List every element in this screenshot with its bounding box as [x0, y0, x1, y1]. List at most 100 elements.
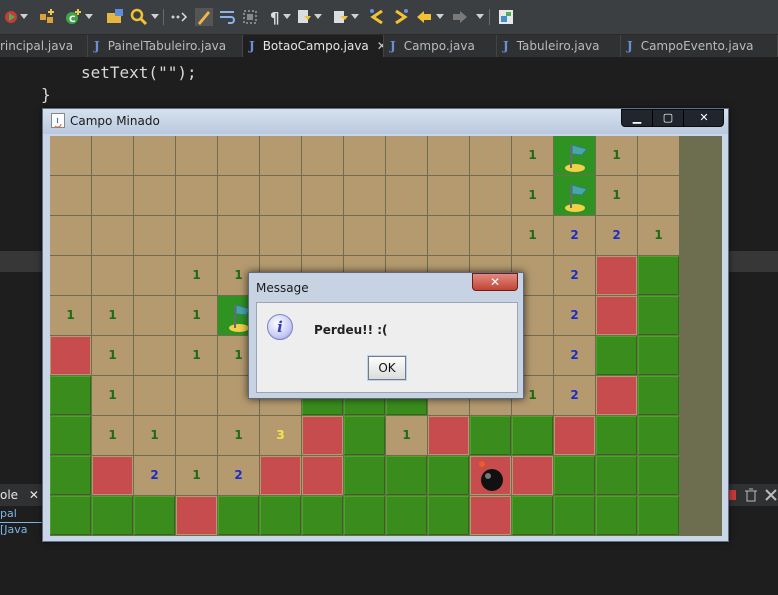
open-cell[interactable]: 1	[596, 176, 637, 215]
open-cell[interactable]	[428, 216, 469, 255]
dialog-close-button[interactable]: ✕	[472, 273, 518, 291]
open-cell[interactable]	[176, 216, 217, 255]
closed-cell[interactable]	[596, 496, 637, 535]
closed-cell[interactable]	[554, 456, 595, 495]
ok-button[interactable]: OK	[367, 355, 407, 381]
open-cell[interactable]: 1	[50, 296, 91, 335]
closed-cell[interactable]	[596, 456, 637, 495]
prev-edit-icon[interactable]	[368, 8, 386, 26]
close-tab-icon[interactable]: ✕	[377, 39, 383, 53]
open-cell[interactable]: 2	[134, 456, 175, 495]
red-cell[interactable]	[470, 496, 511, 535]
open-cell[interactable]	[428, 136, 469, 175]
open-cell[interactable]: 1	[596, 136, 637, 175]
open-cell[interactable]	[176, 176, 217, 215]
open-cell[interactable]	[50, 136, 91, 175]
chevron-down-icon[interactable]	[436, 14, 444, 19]
closed-cell[interactable]	[470, 416, 511, 455]
open-cell[interactable]	[92, 176, 133, 215]
closed-cell[interactable]	[596, 336, 637, 375]
open-cell[interactable]	[260, 176, 301, 215]
closed-cell[interactable]	[386, 496, 427, 535]
tab-botao-campo[interactable]: J BotaoCampo.java ✕	[243, 35, 384, 57]
open-cell[interactable]	[218, 136, 259, 175]
close-icon[interactable]: ✕	[29, 488, 39, 502]
open-cell[interactable]	[134, 256, 175, 295]
window-titlebar[interactable]: Campo Minado ▁ ▢ ✕	[43, 109, 728, 134]
open-cell[interactable]	[302, 176, 343, 215]
open-cell[interactable]	[260, 136, 301, 175]
open-cell[interactable]: 1	[92, 376, 133, 415]
closed-cell[interactable]	[302, 496, 343, 535]
closed-cell[interactable]	[638, 456, 679, 495]
open-cell[interactable]	[134, 136, 175, 175]
chevron-down-icon[interactable]	[20, 14, 28, 19]
tab-tabuleiro[interactable]: J Tabuleiro.java	[497, 35, 621, 57]
closed-cell[interactable]	[554, 496, 595, 535]
open-cell[interactable]	[344, 136, 385, 175]
red-cell[interactable]	[596, 256, 637, 295]
closed-cell[interactable]	[638, 416, 679, 455]
open-cell[interactable]	[470, 176, 511, 215]
red-cell[interactable]	[92, 456, 133, 495]
closed-cell[interactable]	[386, 456, 427, 495]
chevron-down-icon[interactable]	[351, 14, 359, 19]
open-cell[interactable]	[218, 216, 259, 255]
red-cell[interactable]	[428, 416, 469, 455]
red-cell[interactable]	[302, 456, 343, 495]
open-cell[interactable]: 1	[638, 216, 679, 255]
closed-cell[interactable]	[218, 496, 259, 535]
open-cell[interactable]: 1	[92, 336, 133, 375]
open-cell[interactable]	[50, 176, 91, 215]
forward-icon[interactable]	[451, 8, 469, 26]
maximize-button[interactable]: ▢	[652, 110, 683, 127]
open-cell[interactable]: 2	[554, 376, 595, 415]
closed-cell[interactable]	[638, 496, 679, 535]
open-cell[interactable]: 2	[554, 216, 595, 255]
chevron-down-icon[interactable]	[476, 14, 484, 19]
open-cell[interactable]	[470, 216, 511, 255]
open-cell[interactable]	[134, 296, 175, 335]
open-cell[interactable]: 1	[176, 336, 217, 375]
tab-campo[interactable]: J Campo.java	[384, 35, 497, 57]
open-cell[interactable]: 1	[176, 296, 217, 335]
console-tab[interactable]: ole ✕	[0, 484, 44, 506]
red-cell[interactable]	[596, 296, 637, 335]
open-cell[interactable]: 1	[218, 416, 259, 455]
closed-cell[interactable]	[512, 416, 553, 455]
open-folder-icon[interactable]	[106, 8, 124, 26]
closed-cell[interactable]	[50, 456, 91, 495]
open-cell[interactable]: 3	[260, 416, 301, 455]
pen-icon[interactable]	[195, 8, 213, 26]
open-cell[interactable]	[92, 136, 133, 175]
red-cell[interactable]	[302, 416, 343, 455]
open-cell[interactable]	[176, 136, 217, 175]
open-cell[interactable]: 1	[176, 456, 217, 495]
red-cell[interactable]	[260, 456, 301, 495]
open-cell[interactable]	[134, 216, 175, 255]
open-cell[interactable]: 2	[596, 216, 637, 255]
open-cell[interactable]: 2	[218, 456, 259, 495]
open-cell[interactable]	[50, 256, 91, 295]
open-cell[interactable]: 1	[134, 416, 175, 455]
open-cell[interactable]	[92, 216, 133, 255]
pin-icon[interactable]	[497, 8, 515, 26]
next-edit-icon[interactable]	[392, 8, 410, 26]
red-cell[interactable]	[554, 416, 595, 455]
closed-cell[interactable]	[638, 256, 679, 295]
wrap-icon[interactable]	[218, 8, 236, 26]
open-cell[interactable]	[386, 176, 427, 215]
red-cell[interactable]	[596, 376, 637, 415]
open-cell[interactable]	[638, 176, 679, 215]
mine-cell[interactable]	[470, 456, 511, 495]
closed-cell[interactable]	[344, 496, 385, 535]
closed-cell[interactable]	[344, 456, 385, 495]
open-cell[interactable]	[218, 176, 259, 215]
remove-all-icon[interactable]	[765, 489, 777, 501]
next-annotation-icon[interactable]	[332, 8, 350, 26]
chevron-down-icon[interactable]	[151, 14, 159, 19]
open-cell[interactable]	[134, 376, 175, 415]
closed-cell[interactable]	[260, 496, 301, 535]
open-cell[interactable]	[92, 256, 133, 295]
open-cell[interactable]	[470, 136, 511, 175]
